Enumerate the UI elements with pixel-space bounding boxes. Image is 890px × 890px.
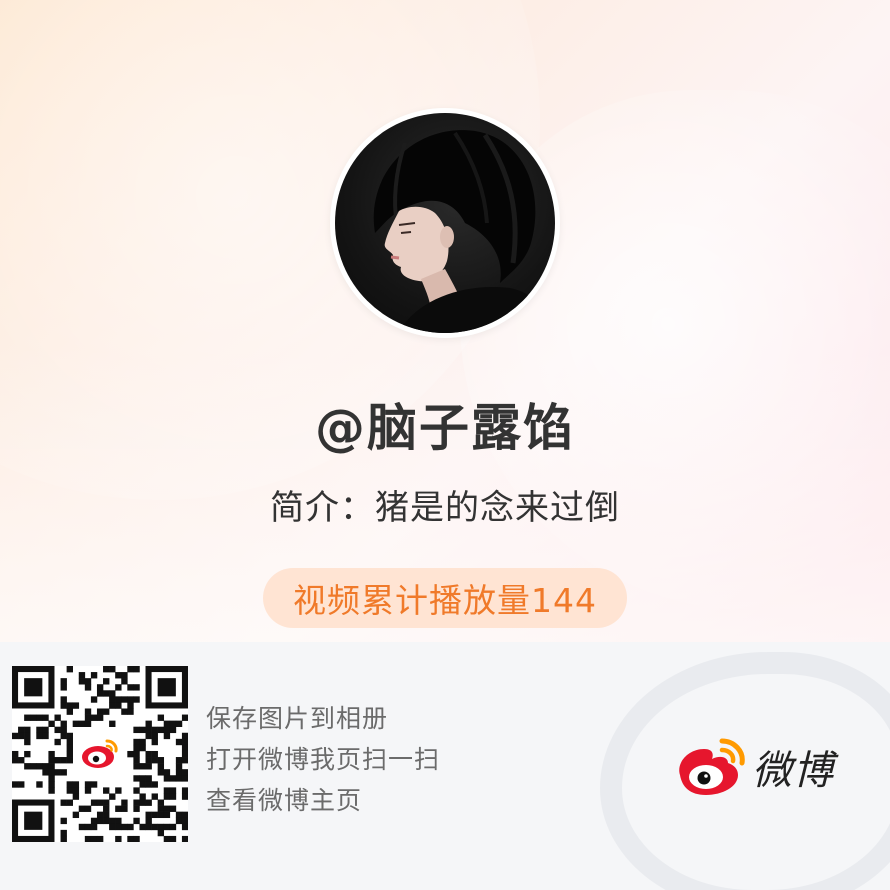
video-views-badge: 视频累计播放量144 [263, 568, 627, 628]
username: @脑子露馅 [315, 399, 575, 457]
instruction-view: 查看微博主页 [206, 786, 363, 815]
instruction-open: 打开微博我页扫一扫 [206, 745, 441, 774]
weibo-logo-icon [679, 738, 745, 795]
weibo-brand-text: 微博 [752, 748, 834, 794]
qr-instructions: 保存图片到相册 打开微博我页扫一扫 查看微博主页 [206, 698, 526, 821]
instruction-save: 保存图片到相册 [206, 704, 389, 733]
qr-weibo-logo-icon [78, 732, 122, 776]
video-views-label: 视频累计播放量144 [293, 581, 597, 620]
avatar-frame [330, 108, 560, 338]
qr-code[interactable] [12, 666, 188, 842]
avatar [335, 113, 555, 333]
weibo-brand: 微博 [672, 732, 834, 802]
avatar-portrait-icon [373, 130, 555, 333]
bio-text: 简介：猪是的念来过倒 [270, 488, 620, 528]
share-footer: 保存图片到相册 打开微博我页扫一扫 查看微博主页 微博 [0, 642, 890, 890]
profile-card: @脑子露馅 简介：猪是的念来过倒 视频累计播放量144 [0, 0, 890, 642]
